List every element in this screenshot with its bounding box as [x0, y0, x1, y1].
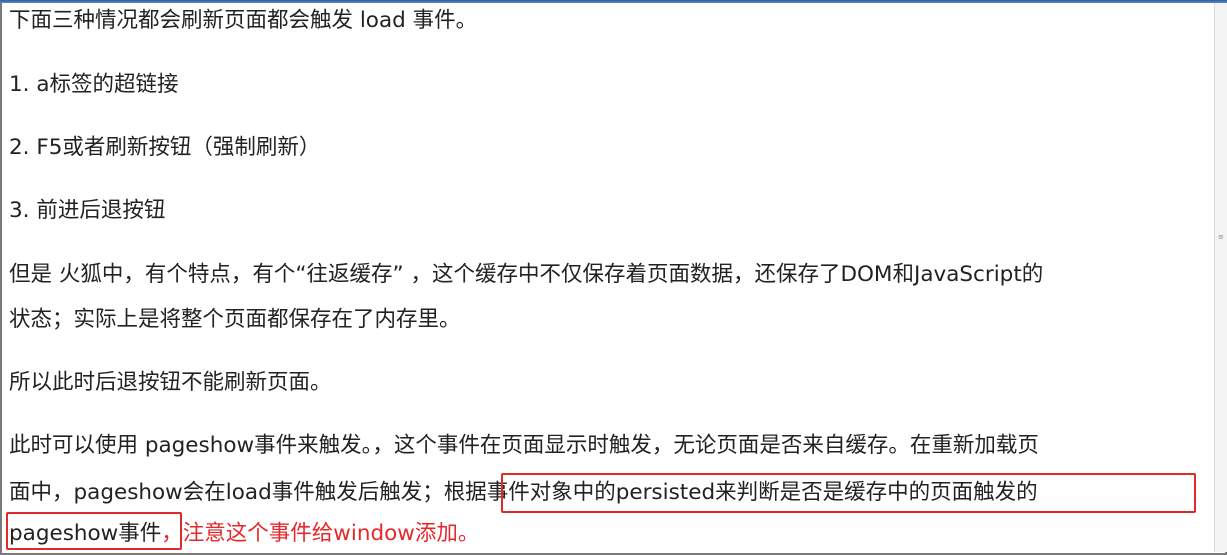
- pageshow-line-2-text: 面中，pageshow会在load事件触发后触发；: [9, 480, 444, 505]
- back-button-paragraph: 所以此时后退按钮不能刷新页面。: [9, 370, 332, 395]
- firefox-paragraph-line-1: 但是 火狐中，有个特点，有个“往返缓存” ，这个缓存中不仅保存着页面数据，还保存…: [9, 262, 1044, 287]
- scrollbar-edge: [1214, 3, 1227, 552]
- list-item-2: 2. F5或者刷新按钮（强制刷新）: [9, 135, 321, 160]
- intro-paragraph: 下面三种情况都会刷新页面都会触发 load 事件。: [9, 8, 478, 33]
- list-item-1: 1. a标签的超链接: [9, 72, 179, 97]
- edge-mark: ≡: [1218, 233, 1224, 241]
- window-note-text: ，注意这个事件给window添加。: [161, 521, 480, 546]
- list-item-3: 3. 前进后退按钮: [9, 198, 166, 223]
- annotation-box-persisted: [501, 473, 1196, 513]
- pageshow-paragraph-line-1: 此时可以使用 pageshow事件来触发。，这个事件在页面显示时触发，无论页面是…: [9, 433, 1039, 458]
- annotation-box-pageshow: [6, 512, 182, 550]
- firefox-paragraph-line-2: 状态；实际上是将整个页面都保存在了内存里。: [9, 307, 461, 332]
- window-top-edge: [0, 0, 1227, 3]
